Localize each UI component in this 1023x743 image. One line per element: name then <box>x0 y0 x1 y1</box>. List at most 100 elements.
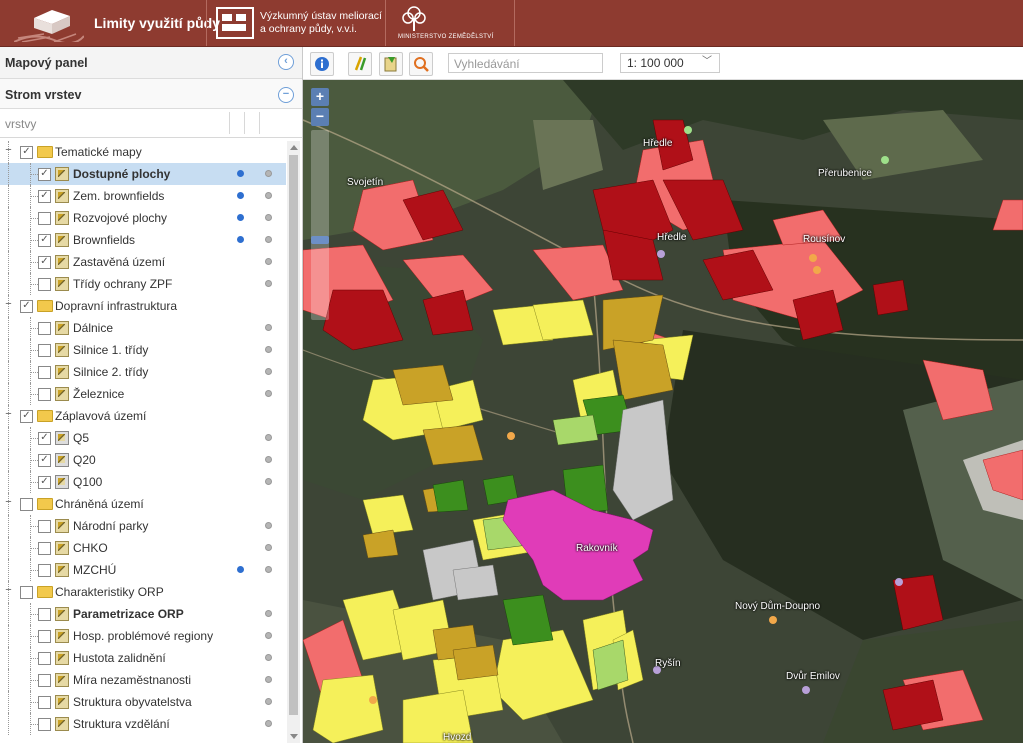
collapse-icon[interactable]: − <box>4 585 13 596</box>
layer-row[interactable]: Hosp. problémové regiony <box>0 625 286 647</box>
layer-checkbox[interactable]: ✓ <box>38 432 51 445</box>
layer-checkbox[interactable] <box>38 674 51 687</box>
layer-options-icon[interactable] <box>265 720 272 727</box>
collapse-icon[interactable]: − <box>4 299 13 310</box>
minus-circle-icon[interactable]: − <box>278 87 294 103</box>
layer-options-icon[interactable] <box>265 280 272 287</box>
layer-checkbox[interactable] <box>38 520 51 533</box>
layer-row[interactable]: Hustota zalidnění <box>0 647 286 669</box>
layer-checkbox[interactable] <box>38 322 51 335</box>
layer-options-icon[interactable] <box>265 368 272 375</box>
layer-checkbox[interactable] <box>38 630 51 643</box>
layer-row[interactable]: Silnice 1. třídy <box>0 339 286 361</box>
layer-row[interactable]: Míra nezaměstnanosti <box>0 669 286 691</box>
layer-group-row[interactable]: − ✓ Záplavová území <box>0 405 286 427</box>
layer-checkbox[interactable]: ✓ <box>38 168 51 181</box>
layer-options-icon[interactable] <box>265 456 272 463</box>
layer-options-icon[interactable] <box>265 170 272 177</box>
layer-group-row[interactable]: − ✓ Dopravní infrastruktura <box>0 295 286 317</box>
layer-row[interactable]: Silnice 2. třídy <box>0 361 286 383</box>
layer-checkbox[interactable] <box>38 344 51 357</box>
layer-options-icon[interactable] <box>265 324 272 331</box>
layer-info-icon[interactable] <box>237 566 244 573</box>
zoom-in-button[interactable]: + <box>311 88 329 106</box>
layer-row[interactable]: Rozvojové plochy <box>0 207 286 229</box>
layer-row[interactable]: CHKO <box>0 537 286 559</box>
layer-checkbox[interactable] <box>38 278 51 291</box>
layer-row[interactable]: Dálnice <box>0 317 286 339</box>
collapse-icon[interactable]: − <box>4 497 13 508</box>
layer-options-icon[interactable] <box>265 698 272 705</box>
collapse-icon[interactable]: − <box>4 409 13 420</box>
layer-options-icon[interactable] <box>265 346 272 353</box>
layer-checkbox[interactable]: ✓ <box>38 190 51 203</box>
layer-info-icon[interactable] <box>237 170 244 177</box>
layer-options-icon[interactable] <box>265 522 272 529</box>
layer-options-icon[interactable] <box>265 610 272 617</box>
layer-options-icon[interactable] <box>265 676 272 683</box>
zoom-search-button[interactable] <box>409 52 433 76</box>
institute-logo-link[interactable]: Výzkumný ústav meliorací a ochrany půdy,… <box>208 0 384 46</box>
layer-checkbox[interactable]: ✓ <box>20 146 33 159</box>
map-canvas[interactable]: + − Hředle Svojetín Přerubenice Hředle R… <box>303 80 1023 743</box>
app-logo-link[interactable]: Limity využití půdy <box>0 0 220 46</box>
layer-row[interactable]: Struktura obyvatelstva <box>0 691 286 713</box>
layer-group-row[interactable]: − ✓ Tematické mapy <box>0 141 286 163</box>
layer-options-icon[interactable] <box>265 434 272 441</box>
layer-checkbox[interactable]: ✓ <box>20 410 33 423</box>
layer-options-icon[interactable] <box>265 214 272 221</box>
layer-checkbox[interactable] <box>38 718 51 731</box>
layer-checkbox[interactable] <box>38 564 51 577</box>
layer-row[interactable]: ✓ Zastavěná území <box>0 251 286 273</box>
layer-options-icon[interactable] <box>265 566 272 573</box>
layer-row[interactable]: ✓ Zem. brownfields <box>0 185 286 207</box>
layer-checkbox[interactable]: ✓ <box>20 300 33 313</box>
layer-row[interactable]: ✓ Brownfields <box>0 229 286 251</box>
zoom-slider[interactable] <box>311 130 329 320</box>
layer-options-icon[interactable] <box>265 236 272 243</box>
layer-options-icon[interactable] <box>265 544 272 551</box>
layer-options-icon[interactable] <box>265 258 272 265</box>
measure-button[interactable] <box>348 52 372 76</box>
info-button[interactable] <box>310 52 334 76</box>
layer-checkbox[interactable] <box>38 212 51 225</box>
layer-checkbox[interactable] <box>38 696 51 709</box>
layer-row[interactable]: ✓ Dostupné plochy <box>0 163 286 185</box>
layer-options-icon[interactable] <box>265 390 272 397</box>
layer-group-row[interactable]: − Charakteristiky ORP <box>0 581 286 603</box>
scrollbar-thumb[interactable] <box>289 155 298 715</box>
scale-select[interactable]: 1: 100 000 ﹀ <box>620 53 720 73</box>
layer-checkbox[interactable] <box>20 498 33 511</box>
search-input[interactable]: Vyhledávání <box>448 53 603 73</box>
layer-checkbox[interactable] <box>38 652 51 665</box>
layer-tree-scrollbar[interactable] <box>287 141 300 743</box>
ministry-logo-link[interactable]: MINISTERSTVO ZEMĚDĚLSTVÍ <box>386 0 514 46</box>
layer-checkbox[interactable] <box>38 542 51 555</box>
layer-info-icon[interactable] <box>237 236 244 243</box>
layer-options-icon[interactable] <box>265 192 272 199</box>
layer-options-icon[interactable] <box>265 478 272 485</box>
layer-row[interactable]: Parametrizace ORP <box>0 603 286 625</box>
layer-checkbox[interactable] <box>38 608 51 621</box>
zoom-slider-handle[interactable] <box>311 236 329 244</box>
layer-options-icon[interactable] <box>265 632 272 639</box>
layer-options-icon[interactable] <box>265 654 272 661</box>
layer-group-row[interactable]: − Chráněná území <box>0 493 286 515</box>
layer-row[interactable]: MZCHÚ <box>0 559 286 581</box>
layer-checkbox[interactable]: ✓ <box>38 234 51 247</box>
layer-checkbox[interactable] <box>38 388 51 401</box>
layer-checkbox[interactable]: ✓ <box>38 256 51 269</box>
print-button[interactable] <box>379 52 403 76</box>
layer-row[interactable]: Železnice <box>0 383 286 405</box>
layer-info-icon[interactable] <box>237 192 244 199</box>
layer-checkbox[interactable] <box>38 366 51 379</box>
layer-info-icon[interactable] <box>237 214 244 221</box>
layer-row[interactable]: Struktura vzdělání <box>0 713 286 735</box>
layer-checkbox[interactable]: ✓ <box>38 476 51 489</box>
layer-checkbox[interactable] <box>20 586 33 599</box>
layer-row[interactable]: ✓ Q20 <box>0 449 286 471</box>
collapse-icon[interactable]: − <box>4 145 13 156</box>
layer-row[interactable]: Třídy ochrany ZPF <box>0 273 286 295</box>
layer-checkbox[interactable]: ✓ <box>38 454 51 467</box>
zoom-out-button[interactable]: − <box>311 108 329 126</box>
